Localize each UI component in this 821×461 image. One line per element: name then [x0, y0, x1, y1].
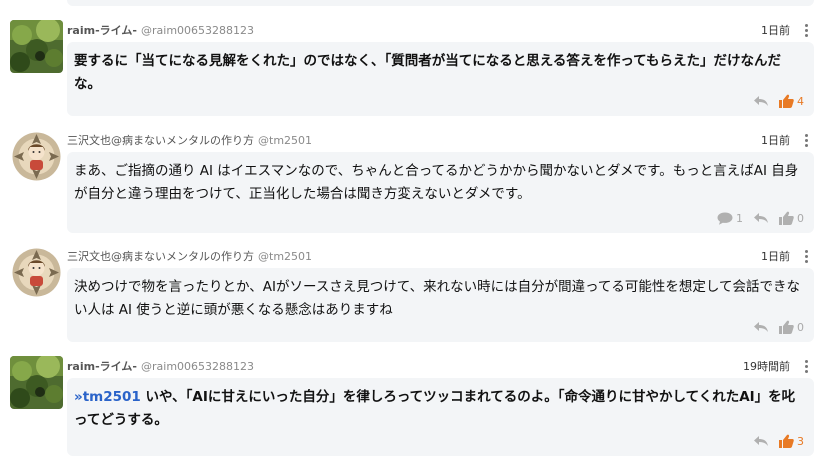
avatar[interactable]: [10, 20, 63, 73]
reply-button[interactable]: [753, 435, 769, 447]
timestamp: 19時間前: [743, 360, 790, 373]
like-count: 0: [797, 211, 804, 225]
comment-header: 三沢文也@病まないメンタルの作り方 @tm2501 1日前: [67, 130, 814, 152]
reply-arrow-icon: [754, 436, 768, 446]
comment-item: 三沢文也@病まないメンタルの作り方 @tm2501 1日前 決めつけで物を言ったり…: [0, 246, 821, 342]
kebab-menu-icon[interactable]: [805, 250, 809, 264]
avatar-illustration-image: [10, 130, 63, 183]
like-button[interactable]: 4: [779, 94, 804, 108]
kebab-menu-icon[interactable]: [805, 134, 809, 148]
kebab-menu-icon[interactable]: [805, 24, 809, 38]
author-name[interactable]: raim-ライム-: [67, 360, 137, 373]
comment-bubble: まあ、ご指摘の通り AI はイエスマンなので、ちゃんと合ってるかどうかから聞かな…: [67, 152, 814, 233]
like-count: 3: [797, 434, 804, 448]
reply-button[interactable]: [753, 321, 769, 333]
comment-actions: 3: [753, 432, 804, 450]
thumbs-up-icon: [779, 434, 794, 448]
like-button[interactable]: 0: [779, 211, 804, 225]
reply-arrow-icon: [754, 213, 768, 223]
author-handle: @raim00653288123: [141, 24, 255, 37]
comment-actions: 0: [753, 318, 804, 336]
reply-button[interactable]: [753, 95, 769, 107]
avatar[interactable]: [10, 130, 63, 183]
reply-count: 1: [736, 211, 743, 225]
like-button[interactable]: 0: [779, 320, 804, 334]
replies-button[interactable]: 1: [717, 212, 743, 225]
thumbs-up-icon: [779, 320, 794, 334]
comment-text: »tm2501 いや、「AIに甘えにいった自分」を律しろってツッコまれてるのよ。…: [74, 386, 804, 432]
previous-comment-bubble-edge: [67, 0, 814, 6]
comment-body: いや、「AIに甘えにいった自分」を律しろってツッコまれてるのよ。「命令通りに甘や…: [74, 389, 796, 428]
thumbs-up-icon: [779, 211, 794, 225]
avatar-illustration-image: [10, 246, 63, 299]
avatar-plant-image: [10, 20, 63, 73]
comment-bubble: »tm2501 いや、「AIに甘えにいった自分」を律しろってツッコまれてるのよ。…: [67, 378, 814, 456]
like-count: 4: [797, 94, 804, 108]
like-button[interactable]: 3: [779, 434, 804, 448]
comment-item: raim-ライム- @raim00653288123 1日前 要するに「当てになる…: [0, 20, 821, 116]
reply-arrow-icon: [754, 322, 768, 332]
comment-text: 要するに「当てになる見解をくれた」のではなく、「質問者が当てになると思える答えを…: [74, 53, 781, 92]
kebab-menu-icon[interactable]: [805, 360, 809, 374]
author-name[interactable]: 三沢文也@病まないメンタルの作り方: [67, 134, 254, 147]
comment-header: 三沢文也@病まないメンタルの作り方 @tm2501 1日前: [67, 246, 814, 268]
like-count: 0: [797, 320, 804, 334]
author-handle: @tm2501: [258, 250, 313, 263]
comment-header: raim-ライム- @raim00653288123 1日前: [67, 20, 814, 42]
author-name[interactable]: 三沢文也@病まないメンタルの作り方: [67, 250, 254, 263]
comment-header: raim-ライム- @raim00653288123 19時間前: [67, 356, 814, 378]
comment-bubble: 要するに「当てになる見解をくれた」のではなく、「質問者が当てになると思える答えを…: [67, 42, 814, 116]
reply-arrow-icon: [754, 96, 768, 106]
comment-text: まあ、ご指摘の通り AI はイエスマンなので、ちゃんと合ってるかどうかから聞かな…: [74, 163, 799, 202]
comment-item: raim-ライム- @raim00653288123 19時間前 »tm2501 …: [0, 356, 821, 456]
avatar[interactable]: [10, 356, 63, 409]
thumbs-up-icon: [779, 94, 794, 108]
reply-mention-link[interactable]: »tm2501: [74, 389, 141, 405]
author-handle: @tm2501: [258, 134, 313, 147]
avatar-plant-image: [10, 356, 63, 409]
speech-bubble-icon: [717, 212, 733, 225]
timestamp: 1日前: [761, 134, 790, 147]
author-handle: @raim00653288123: [141, 360, 255, 373]
comment-actions: 4: [753, 92, 804, 110]
comment-actions: 1 0: [717, 209, 804, 227]
comment-text: 決めつけで物を言ったりとか、AIがソースさえ見つけて、来れない時には自分が間違っ…: [74, 279, 801, 318]
comment-item: 三沢文也@病まないメンタルの作り方 @tm2501 1日前 まあ、ご指摘の通り A…: [0, 130, 821, 233]
reply-button[interactable]: [753, 212, 769, 224]
comment-bubble: 決めつけで物を言ったりとか、AIがソースさえ見つけて、来れない時には自分が間違っ…: [67, 268, 814, 342]
timestamp: 1日前: [761, 250, 790, 263]
timestamp: 1日前: [761, 24, 790, 37]
avatar[interactable]: [10, 246, 63, 299]
author-name[interactable]: raim-ライム-: [67, 24, 137, 37]
